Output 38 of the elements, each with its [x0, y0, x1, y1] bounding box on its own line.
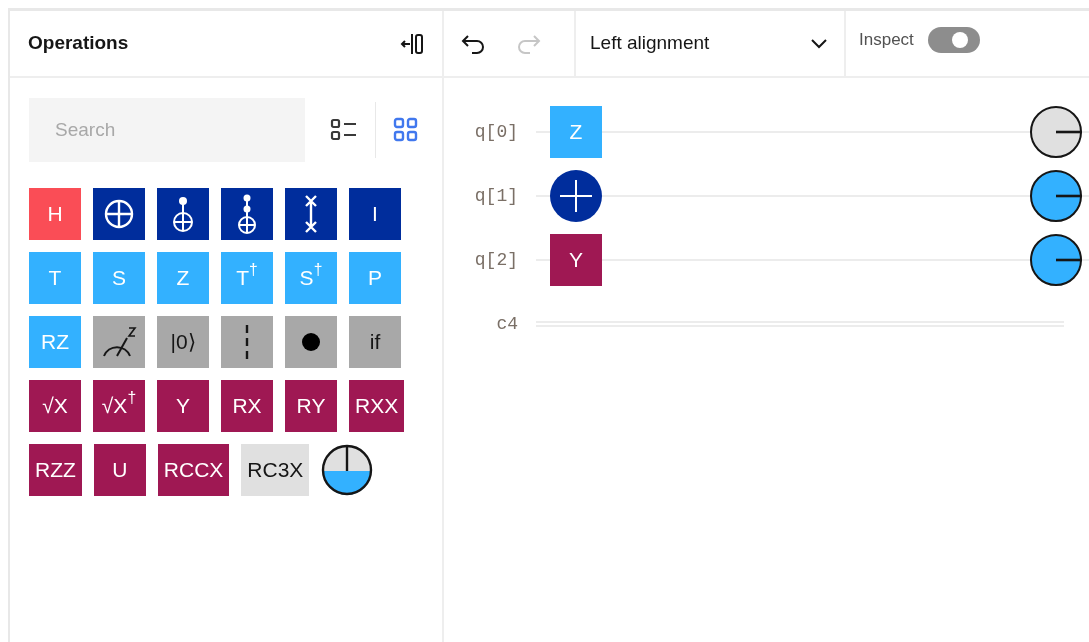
gate-button[interactable]: RY — [285, 380, 337, 432]
qubit-label: q[2] — [473, 248, 519, 272]
gate-button[interactable] — [221, 188, 273, 240]
gate-button[interactable]: √X$^{†}$ — [93, 380, 145, 432]
swap-gate-icon — [302, 194, 320, 234]
gate-button[interactable]: Y — [157, 380, 209, 432]
probability-disk-gate[interactable] — [321, 444, 374, 496]
gate-button[interactable] — [93, 316, 145, 368]
control-dot-icon — [301, 332, 321, 352]
list-view-button[interactable] — [330, 117, 358, 143]
gate-button[interactable]: RZZ — [29, 444, 82, 496]
alignment-dropdown[interactable]: Left alignment — [576, 11, 844, 76]
gate-button[interactable]: RXX — [349, 380, 405, 432]
gate-button[interactable]: I — [349, 188, 401, 240]
panel-title: Operations — [28, 31, 129, 56]
search-field[interactable]: Search — [29, 98, 305, 162]
qubit-label: q[0] — [473, 120, 519, 144]
gate-button[interactable]: RC3X — [241, 444, 310, 496]
qubit-label: q[1] — [473, 184, 519, 208]
gate-button[interactable] — [93, 188, 145, 240]
chevron-down-icon — [810, 37, 828, 50]
gate-button[interactable]: |0⟩ — [157, 316, 209, 368]
gate-button[interactable]: if — [349, 316, 401, 368]
gate-button[interactable]: U — [93, 444, 146, 496]
circuit-gate[interactable]: Y — [550, 234, 602, 286]
gate-button[interactable]: RX — [221, 380, 273, 432]
toffoli-gate-icon — [170, 196, 196, 232]
gate-button[interactable]: √X — [29, 380, 81, 432]
inspect-label: Inspect — [859, 28, 914, 51]
measurement-gauge-icon — [101, 326, 137, 358]
gate-button[interactable] — [157, 188, 209, 240]
barrier-icon — [244, 323, 250, 361]
gate-button[interactable]: RCCX — [157, 444, 230, 496]
grid-view-button[interactable] — [393, 117, 419, 143]
gate-button[interactable] — [285, 188, 337, 240]
gate-button[interactable] — [285, 316, 337, 368]
target-gate-icon[interactable] — [550, 170, 602, 222]
classical-register-label: c4 — [495, 312, 519, 336]
